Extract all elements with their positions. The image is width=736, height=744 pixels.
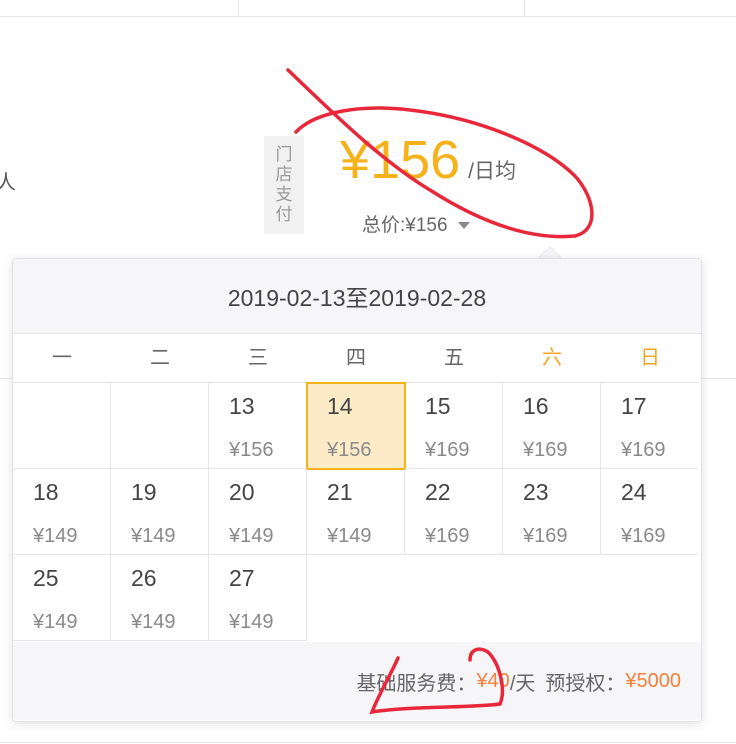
- weekday-label: 三: [248, 347, 268, 369]
- day-number: 16: [523, 393, 549, 419]
- badge-char: 门: [275, 145, 293, 164]
- day-number: 20: [229, 479, 255, 505]
- calendar-empty-cell: [111, 383, 209, 469]
- calendar-day[interactable]: 25 ¥149: [13, 555, 111, 641]
- weekday-label: 二: [150, 347, 170, 369]
- calendar-date-range: 2019-02-13至2019-02-28: [13, 259, 701, 334]
- weekday-header: 一二三四五六日: [13, 334, 699, 383]
- day-number: 23: [523, 479, 549, 505]
- day-number: 13: [229, 393, 255, 419]
- weekday-label: 五: [444, 347, 464, 369]
- calendar-day-selected[interactable]: 14 ¥156: [306, 382, 406, 470]
- day-price: ¥149: [33, 525, 78, 547]
- calendar-day[interactable]: 22 ¥169: [405, 469, 503, 555]
- badge-char: 店: [275, 165, 293, 184]
- calendar-empty-cell: [501, 555, 598, 640]
- day-price: ¥149: [327, 525, 372, 547]
- calendar-day[interactable]: 24 ¥169: [601, 469, 698, 555]
- daily-average-price: ¥156 /日均: [340, 128, 516, 192]
- calendar-week-row: 18 ¥149 19 ¥149 20 ¥149 21 ¥149 22 ¥169 23 ¥169 24 ¥1…: [13, 469, 699, 555]
- column-divider: [524, 0, 525, 16]
- day-price: ¥156: [229, 439, 274, 461]
- day-number: 19: [131, 479, 157, 505]
- calendar-day[interactable]: 18 ¥149: [13, 469, 111, 555]
- day-price: ¥149: [131, 525, 176, 547]
- calendar-day[interactable]: 19 ¥149: [111, 469, 209, 555]
- day-number: 22: [425, 479, 451, 505]
- day-number: 21: [327, 479, 353, 505]
- divider: [0, 742, 736, 743]
- top-table-strip: [0, 0, 736, 17]
- day-number: 26: [131, 565, 157, 591]
- day-number: 17: [621, 393, 647, 419]
- badge-char: 支: [275, 185, 293, 204]
- store-payment-badge: 门 店 支 付: [264, 136, 304, 234]
- day-number: 14: [327, 393, 353, 419]
- day-price: ¥149: [131, 611, 176, 633]
- total-price-toggle[interactable]: 总价:¥156: [362, 210, 470, 237]
- column-divider: [238, 0, 239, 16]
- day-price: ¥156: [327, 439, 372, 461]
- weekday-label: 一: [52, 347, 72, 369]
- day-number: 24: [621, 479, 647, 505]
- popup-arrow: [539, 247, 561, 258]
- calendar-day[interactable]: 15 ¥169: [405, 383, 503, 469]
- service-fee-label: 基础服务费：: [356, 672, 477, 695]
- day-price: ¥149: [229, 525, 274, 547]
- day-price: ¥169: [621, 525, 666, 547]
- calendar-empty-cell: [307, 555, 404, 640]
- day-price: ¥149: [229, 611, 274, 633]
- calendar-empty-cell: [598, 555, 695, 640]
- deposit-value: ¥5000: [625, 669, 681, 692]
- price-value: ¥156: [340, 130, 461, 190]
- calendar-day[interactable]: 13 ¥156: [209, 383, 307, 469]
- day-price: ¥149: [33, 611, 78, 633]
- calendar-footer: 基础服务费： ¥40 /天 预授权： ¥5000: [13, 642, 701, 720]
- service-fee-value: ¥40: [476, 669, 510, 692]
- calendar-week-row: 25 ¥149 26 ¥149 27 ¥149: [13, 555, 699, 641]
- total-price-label: 总价:¥156: [362, 215, 448, 236]
- day-number: 27: [229, 565, 255, 591]
- calendar-day[interactable]: 26 ¥149: [111, 555, 209, 641]
- calendar-day[interactable]: 16 ¥169: [503, 383, 601, 469]
- calendar-day[interactable]: 23 ¥169: [503, 469, 601, 555]
- weekday-label: 日: [640, 347, 660, 369]
- day-number: 15: [425, 393, 451, 419]
- day-price: ¥169: [425, 525, 470, 547]
- badge-char: 付: [275, 205, 293, 224]
- day-number: 18: [33, 479, 59, 505]
- day-price: ¥169: [621, 439, 666, 461]
- calendar-grid: 13 ¥156 14 ¥156 15 ¥169 16 ¥169 17 ¥169 18 ¥149 19 ¥1…: [13, 382, 699, 641]
- chevron-down-icon: [457, 222, 470, 230]
- calendar-day[interactable]: 21 ¥149: [307, 469, 405, 555]
- calendar-week-row: 13 ¥156 14 ¥156 15 ¥169 16 ¥169 17 ¥169: [13, 382, 699, 470]
- day-price: ¥169: [523, 439, 568, 461]
- calendar-empty-cell: [404, 555, 501, 640]
- calendar-empty-cell: [13, 383, 111, 469]
- service-fee-unit: /天: [509, 672, 536, 695]
- day-price: ¥169: [425, 439, 470, 461]
- weekday-label: 四: [346, 347, 366, 369]
- deposit-label: 预授权：: [545, 672, 626, 695]
- price-unit: /日均: [468, 160, 516, 183]
- calendar-day[interactable]: 27 ¥149: [209, 555, 307, 641]
- left-partial-text: 人: [0, 172, 16, 194]
- day-price: ¥169: [523, 525, 568, 547]
- price-calendar-popup: 2019-02-13至2019-02-28 一 二 三 四 五 六 日 13 ¥156 14 ¥1…: [12, 258, 702, 722]
- calendar-day[interactable]: 17 ¥169: [601, 383, 698, 469]
- day-number: 25: [33, 565, 59, 591]
- weekday-label: 六: [542, 347, 562, 369]
- calendar-day[interactable]: 20 ¥149: [209, 469, 307, 555]
